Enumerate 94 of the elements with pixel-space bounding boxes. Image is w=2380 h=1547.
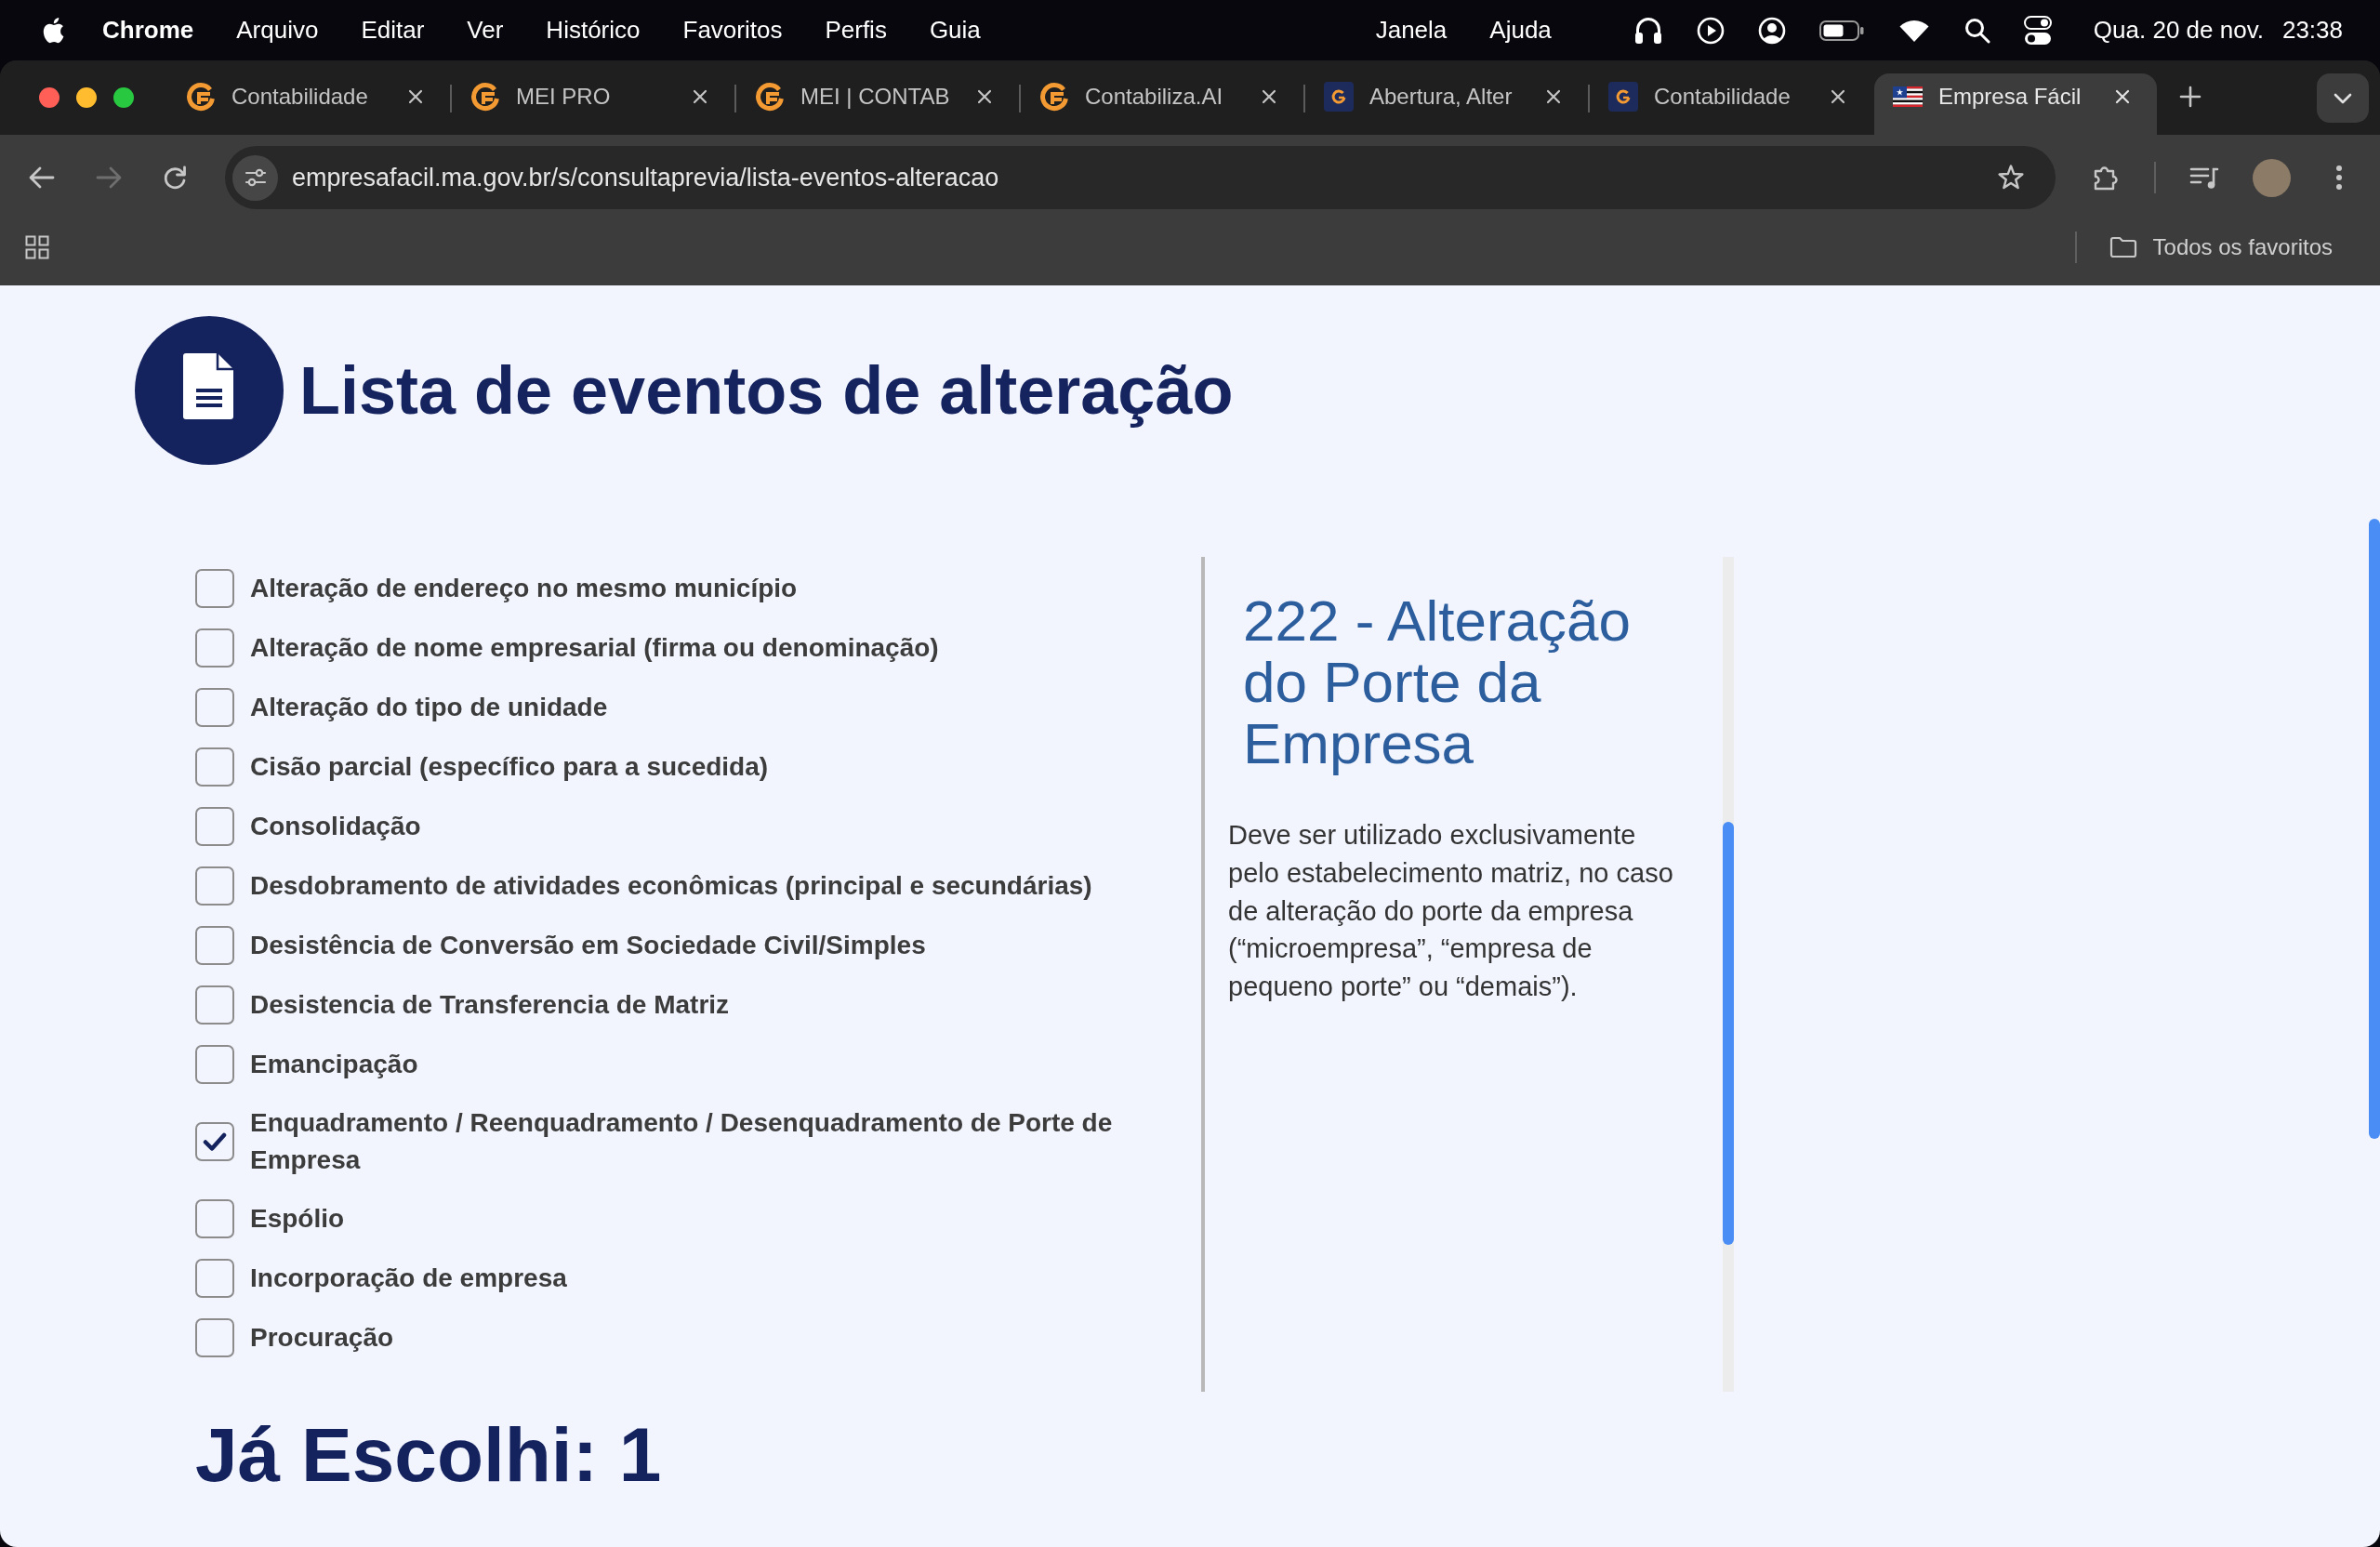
flag-icon xyxy=(1893,86,1923,107)
headphones-icon[interactable] xyxy=(1633,16,1663,45)
plus-icon xyxy=(2179,86,2202,108)
browser-tab[interactable]: Contabilidade xyxy=(167,73,450,135)
checkmark-icon xyxy=(203,1131,227,1152)
checkbox[interactable] xyxy=(195,1045,234,1084)
event-label[interactable]: Cisão parcial (específico para a sucedida) xyxy=(250,748,769,786)
toggles-icon[interactable] xyxy=(2023,15,2052,46)
star-icon xyxy=(1997,164,2025,192)
scrollbar-thumb[interactable] xyxy=(2369,519,2380,1139)
site-logo-icon xyxy=(1608,82,1638,112)
checkbox[interactable] xyxy=(195,866,234,906)
event-label[interactable]: Procuração xyxy=(250,1319,394,1356)
window-close-button[interactable] xyxy=(39,87,60,108)
apple-logo-icon[interactable] xyxy=(41,16,65,45)
event-label[interactable]: Espólio xyxy=(250,1200,345,1237)
event-label[interactable]: Enquadramento / Reenquadramento / Desenquadramento de Porte de Empresa xyxy=(250,1104,1173,1179)
site-logo-icon xyxy=(1039,82,1069,112)
close-icon xyxy=(1546,89,1561,104)
site-logo-icon xyxy=(470,82,500,112)
checkbox[interactable] xyxy=(195,926,234,965)
window-zoom-button[interactable] xyxy=(113,87,134,108)
event-label[interactable]: Alteração de nome empresarial (firma ou denominação) xyxy=(250,629,939,667)
profile-avatar[interactable] xyxy=(2253,158,2291,197)
page-title: Lista de eventos de alteração xyxy=(299,352,1234,429)
close-icon xyxy=(693,89,707,104)
event-label[interactable]: Emancipação xyxy=(250,1046,418,1083)
play-icon[interactable] xyxy=(1696,16,1725,45)
menu-item[interactable]: Editar xyxy=(361,16,425,45)
checkbox[interactable] xyxy=(195,688,234,727)
checkbox[interactable] xyxy=(195,628,234,668)
arrow-left-icon xyxy=(29,166,55,189)
checkbox[interactable] xyxy=(195,747,234,787)
site-info-button[interactable] xyxy=(232,154,278,201)
event-label[interactable]: Alteração do tipo de unidade xyxy=(250,689,608,726)
event-label[interactable]: Incorporação de empresa xyxy=(250,1260,567,1297)
event-label[interactable]: Alteração de endereço no mesmo município xyxy=(250,570,798,607)
grid-icon xyxy=(25,235,49,259)
menu-item[interactable]: Ver xyxy=(467,16,504,45)
kebab-menu-icon xyxy=(2335,165,2343,191)
menu-item[interactable]: Janela xyxy=(1375,16,1448,45)
browser-tab[interactable]: Empresa Fácil xyxy=(1874,73,2157,135)
close-icon xyxy=(977,89,992,104)
browser-tab[interactable]: MEI | CONTAB xyxy=(736,73,1019,135)
close-icon xyxy=(1262,89,1276,104)
browser-tab[interactable]: Abertura, Alter xyxy=(1305,73,1588,135)
site-logo-icon xyxy=(755,82,785,112)
menu-bar-clock[interactable]: 23:38 xyxy=(2281,16,2343,45)
arrow-right-icon xyxy=(96,166,122,189)
event-label[interactable]: Consolidação xyxy=(250,808,421,845)
document-icon xyxy=(135,316,284,465)
bookmark-folder[interactable]: Todos os favoritos xyxy=(2097,229,2344,266)
reload-icon xyxy=(162,165,188,191)
menu-item[interactable]: Guia xyxy=(929,16,981,45)
menu-item[interactable]: Ajuda xyxy=(1489,16,1552,45)
checkbox[interactable] xyxy=(195,1199,234,1238)
checkbox[interactable] xyxy=(195,1259,234,1298)
close-icon xyxy=(2115,89,2130,104)
site-logo-icon xyxy=(186,82,216,112)
menu-item[interactable]: Arquivo xyxy=(236,16,319,45)
event-label[interactable]: Desdobramento de atividades econômicas (principal e secundárias) xyxy=(250,867,1092,905)
checkbox[interactable] xyxy=(195,569,234,608)
browser-tab[interactable]: MEI PRO xyxy=(452,73,734,135)
close-icon xyxy=(408,89,423,104)
browser-tab[interactable]: Contabiliza.AI xyxy=(1021,73,1303,135)
close-icon xyxy=(1831,89,1845,104)
event-label[interactable]: Desistencia de Transferencia de Matriz xyxy=(250,986,730,1024)
menu-item[interactable]: Perfis xyxy=(825,16,887,45)
site-logo-icon xyxy=(1324,82,1354,112)
scrollbar-thumb[interactable] xyxy=(1723,822,1734,1245)
app-menu[interactable]: Chrome xyxy=(102,16,194,45)
browser-tab[interactable]: Contabilidade xyxy=(1590,73,1872,135)
address-bar[interactable]: empresafacil.ma.gov.br/s/consultaprevia/lista-eventos-alteracao xyxy=(225,146,2056,209)
puzzle-icon xyxy=(2092,164,2120,192)
event-heading: 222 - Alteração do Porte da Empresa xyxy=(1243,590,1633,774)
window-minimize-button[interactable] xyxy=(76,87,97,108)
checkbox[interactable] xyxy=(195,1122,234,1161)
checkbox[interactable] xyxy=(195,807,234,846)
checkbox[interactable] xyxy=(195,1318,234,1357)
event-description: Deve ser utilizado exclusivamente pelo estabelecimento matriz, no caso de alteração do porte da empresa (“microempresa”, “empresa de pequeno porte” ou “demais”). xyxy=(1228,819,1674,1003)
tune-icon xyxy=(244,166,267,189)
wifi-icon[interactable] xyxy=(1897,18,1931,43)
battery-icon[interactable] xyxy=(1818,20,1864,41)
selection-count: Já Escolhi: 1 xyxy=(195,1417,663,1493)
tab-search-button[interactable] xyxy=(2317,73,2369,123)
folder-icon xyxy=(2109,236,2137,258)
event-label[interactable]: Desistência de Conversão em Sociedade Civil/Simples xyxy=(250,927,926,964)
checkbox[interactable] xyxy=(195,985,234,1025)
user-icon[interactable] xyxy=(1757,16,1786,45)
search-icon[interactable] xyxy=(1964,17,1990,44)
chevron-down-icon xyxy=(2334,92,2352,104)
menu-item[interactable]: Favoritos xyxy=(682,16,783,45)
menu-item[interactable]: Histórico xyxy=(546,16,641,45)
menu-bar-date[interactable]: Qua. 20 de nov. xyxy=(2093,16,2264,45)
